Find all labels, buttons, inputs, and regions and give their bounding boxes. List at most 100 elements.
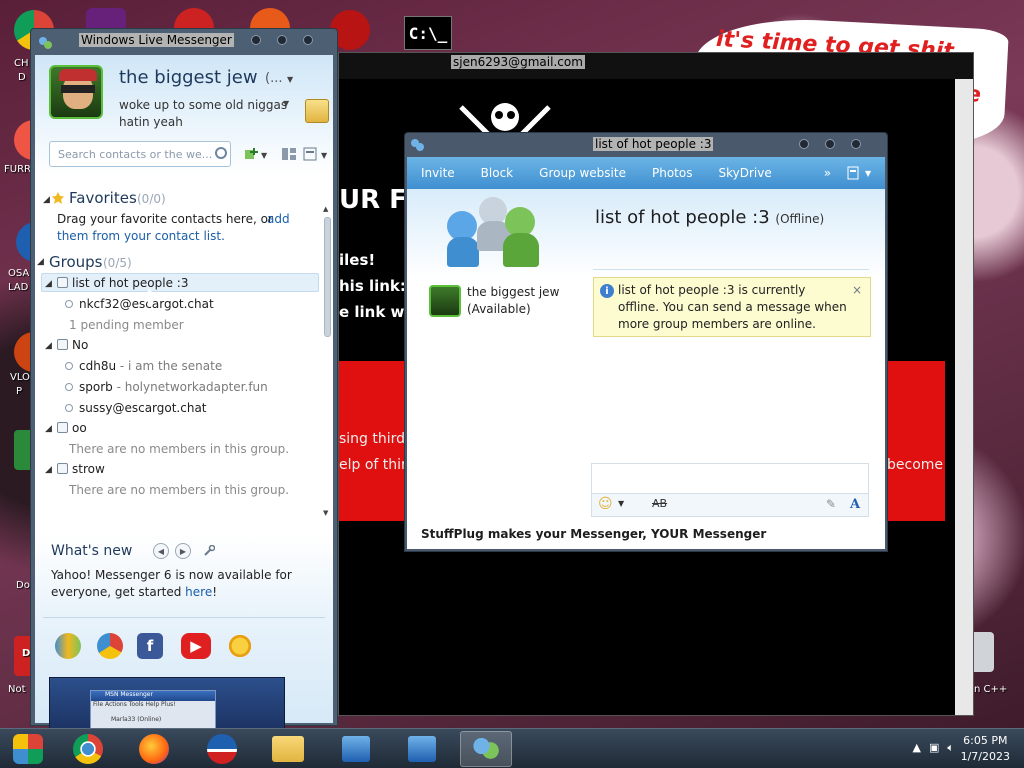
- skydrive-button[interactable]: SkyDrive: [718, 166, 771, 180]
- contact-row[interactable]: sporb - holynetworkadapter.fun: [65, 380, 268, 394]
- minimize-button[interactable]: [251, 35, 261, 45]
- file-explorer-taskbar-icon[interactable]: [262, 731, 314, 767]
- desktop-label: Not: [8, 684, 26, 695]
- chevron-down-icon[interactable]: ▼: [283, 99, 289, 108]
- contact-row[interactable]: cdh8u - i am the senate: [65, 359, 222, 373]
- facebook-icon[interactable]: f: [137, 633, 163, 659]
- add-contact-icon[interactable]: [243, 147, 259, 161]
- collapse-triangle-icon[interactable]: ◢: [45, 341, 52, 351]
- whats-new-link[interactable]: here: [185, 585, 212, 599]
- contact-row[interactable]: nkcf32@escargot.chat: [65, 297, 214, 311]
- maximize-button[interactable]: [825, 139, 835, 149]
- minimize-button[interactable]: [799, 139, 809, 149]
- conversation-window[interactable]: list of hot people :3 Invite Block Group…: [404, 132, 888, 552]
- group-name: list of hot people :3 (Offline): [595, 207, 825, 228]
- menu-icon[interactable]: [847, 166, 861, 180]
- scroll-down-icon[interactable]: ▼: [323, 509, 328, 517]
- more-button[interactable]: »: [824, 166, 831, 180]
- search-input[interactable]: Search contacts or the we...: [49, 141, 231, 167]
- conversation-toolbar: Invite Block Group website Photos SkyDri…: [407, 157, 885, 189]
- group-website-button[interactable]: Group website: [539, 166, 626, 180]
- maximize-button[interactable]: [277, 35, 287, 45]
- next-icon[interactable]: ▶: [175, 543, 191, 559]
- network-icon[interactable]: ▣: [929, 741, 939, 755]
- collapse-triangle-icon[interactable]: ◢: [45, 279, 52, 289]
- window-controls: [251, 35, 313, 45]
- chevron-down-icon[interactable]: ▼: [287, 75, 293, 84]
- menu-icon[interactable]: [303, 147, 319, 161]
- invite-button[interactable]: Invite: [421, 166, 455, 180]
- osa-taskbar-icon[interactable]: [196, 731, 248, 767]
- favorites-hint: Drag your favorite contacts here, or: [57, 212, 273, 226]
- group-row[interactable]: oo: [57, 421, 87, 435]
- chrome-taskbar-icon[interactable]: [62, 731, 114, 767]
- chevron-down-icon[interactable]: ▼: [261, 151, 267, 160]
- group-row[interactable]: No: [57, 338, 88, 352]
- chevron-down-icon[interactable]: ▼: [618, 499, 624, 508]
- spellcheck-icon[interactable]: AB: [652, 497, 667, 510]
- previous-icon[interactable]: ◀: [153, 543, 169, 559]
- contact-row[interactable]: sussy@escargot.chat: [65, 401, 207, 415]
- layout-icon[interactable]: [281, 147, 297, 161]
- close-icon[interactable]: ×: [852, 282, 862, 299]
- messenger-window[interactable]: Windows Live Messenger the biggest jew (…: [30, 28, 338, 739]
- group-row[interactable]: list of hot people :3: [57, 276, 188, 290]
- photos-button[interactable]: Photos: [652, 166, 692, 180]
- add-favorites-link[interactable]: add: [267, 212, 290, 226]
- block-button[interactable]: Block: [481, 166, 513, 180]
- scroll-thumb[interactable]: [324, 217, 331, 337]
- youtube-icon[interactable]: ▶: [181, 633, 211, 659]
- groups-header[interactable]: Groups: [49, 253, 102, 271]
- emoticon-icon[interactable]: ☺: [598, 496, 613, 512]
- page-line: e link wi: [339, 303, 410, 321]
- firefox-taskbar-icon[interactable]: [128, 731, 180, 767]
- butterfly-icon[interactable]: [55, 633, 81, 659]
- taskbar: ▲ ▣ 🔈︎ 6:05 PM 1/7/2023: [0, 728, 1024, 768]
- highlight-icon[interactable]: ✎: [826, 497, 836, 511]
- refresh-icon[interactable]: [97, 633, 123, 659]
- whats-new-header: What's new: [51, 543, 133, 559]
- contact-card-icon[interactable]: [305, 99, 329, 123]
- message-input[interactable]: [591, 463, 869, 493]
- page-scrollbar[interactable]: [955, 79, 973, 715]
- group-icon: [57, 463, 68, 474]
- favorites-header[interactable]: Favorites: [69, 189, 137, 207]
- personal-message[interactable]: woke up to some old niggas hatin yeah: [119, 97, 289, 131]
- group-row[interactable]: strow: [57, 462, 105, 476]
- network-app-taskbar-icon[interactable]: [396, 731, 448, 767]
- group-people-icon: [447, 197, 543, 269]
- collapse-triangle-icon[interactable]: ◢: [43, 195, 50, 205]
- clock[interactable]: 6:05 PM 1/7/2023: [961, 733, 1010, 765]
- wrench-icon[interactable]: [203, 545, 215, 557]
- command-prompt-icon[interactable]: C:\_: [404, 16, 452, 50]
- start-button[interactable]: [2, 731, 54, 767]
- display-name[interactable]: the biggest jew: [119, 67, 258, 88]
- search-icon[interactable]: [215, 147, 227, 159]
- chevron-up-icon[interactable]: ▲: [913, 741, 921, 755]
- empty-group-note: There are no members in this group.: [69, 483, 290, 497]
- close-button[interactable]: [303, 35, 313, 45]
- chevron-down-icon[interactable]: ▼: [865, 169, 871, 178]
- messenger-logo-icon: [411, 139, 424, 151]
- status-icon: [65, 404, 73, 412]
- contact-list-scrollbar[interactable]: ▲ ▼: [321, 205, 333, 521]
- close-button[interactable]: [851, 139, 861, 149]
- network-app-taskbar-icon[interactable]: [330, 731, 382, 767]
- messenger-taskbar-icon[interactable]: [460, 731, 512, 767]
- page-line: iles!: [339, 251, 376, 269]
- collapse-triangle-icon[interactable]: ◢: [37, 257, 44, 267]
- avatar[interactable]: [429, 285, 461, 317]
- collapse-triangle-icon[interactable]: ◢: [45, 465, 52, 475]
- sun-icon[interactable]: [227, 633, 253, 659]
- favorites-count: (0/0): [137, 192, 166, 206]
- font-icon[interactable]: A: [850, 497, 860, 512]
- collapse-triangle-icon[interactable]: ◢: [45, 424, 52, 434]
- pending-members[interactable]: 1 pending member: [69, 318, 184, 332]
- avatar[interactable]: [49, 65, 103, 119]
- scroll-up-icon[interactable]: ▲: [323, 205, 328, 213]
- window-controls: [799, 139, 861, 149]
- add-favorites-link[interactable]: them from your contact list.: [57, 229, 225, 243]
- chevron-down-icon[interactable]: ▼: [321, 151, 327, 160]
- format-toolbar: ☺ ▼ AB ✎ A: [591, 493, 869, 517]
- volume-icon[interactable]: 🔈︎: [947, 741, 954, 755]
